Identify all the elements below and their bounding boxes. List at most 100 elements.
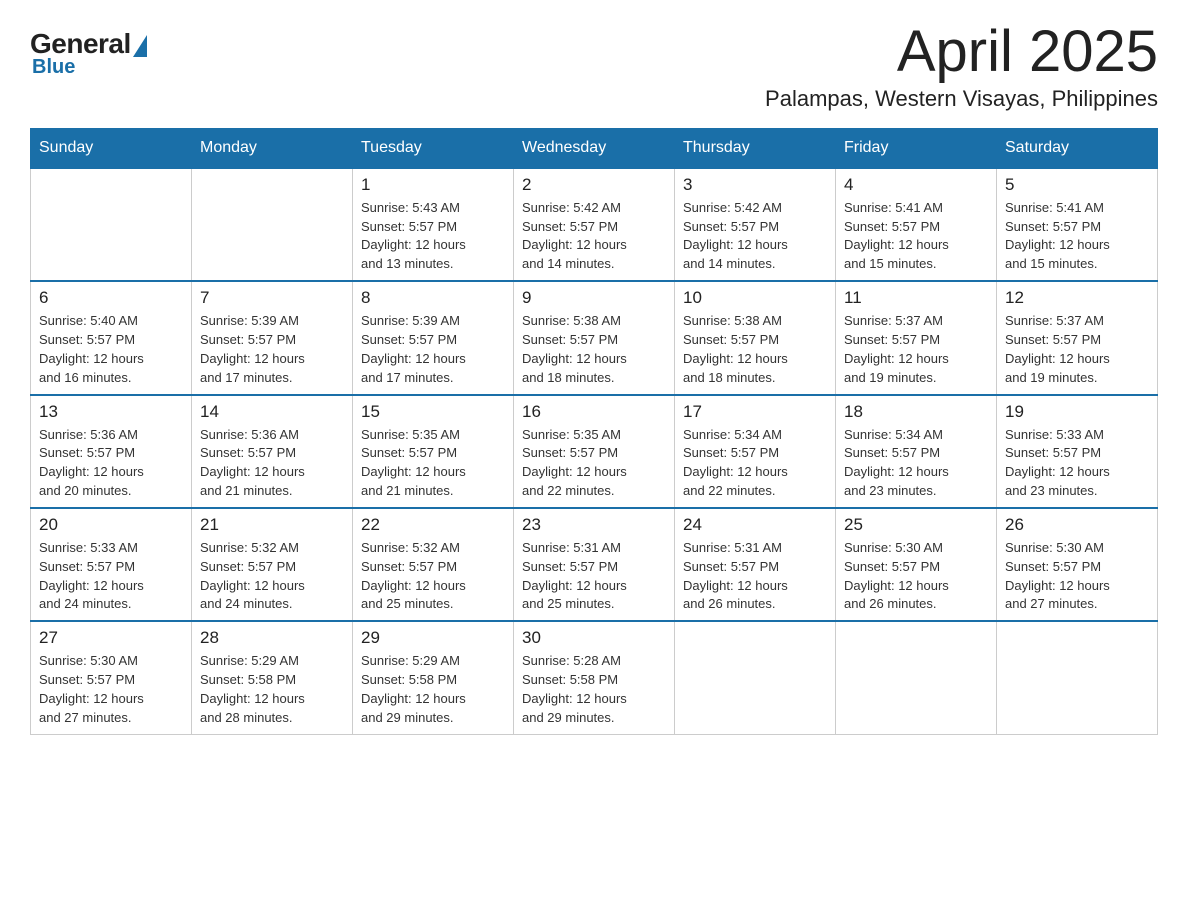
day-number: 25	[844, 515, 988, 535]
calendar-cell: 12 Sunrise: 5:37 AM Sunset: 5:57 PM Dayli…	[997, 281, 1158, 394]
day-info: Sunrise: 5:40 AM Sunset: 5:57 PM Dayligh…	[39, 312, 183, 387]
calendar-cell: 7 Sunrise: 5:39 AM Sunset: 5:57 PM Daylig…	[192, 281, 353, 394]
calendar-cell: 9 Sunrise: 5:38 AM Sunset: 5:57 PM Daylig…	[514, 281, 675, 394]
day-number: 3	[683, 175, 827, 195]
calendar-cell: 21 Sunrise: 5:32 AM Sunset: 5:57 PM Dayli…	[192, 508, 353, 621]
day-number: 9	[522, 288, 666, 308]
logo-blue-text: Blue	[32, 56, 75, 79]
day-info: Sunrise: 5:31 AM Sunset: 5:57 PM Dayligh…	[522, 539, 666, 614]
day-number: 24	[683, 515, 827, 535]
calendar-cell	[836, 621, 997, 734]
title-block: April 2025 Palampas, Western Visayas, Ph…	[765, 20, 1158, 112]
day-number: 8	[361, 288, 505, 308]
calendar-cell: 17Sunrise: 5:34 AM Sunset: 5:57 PM Dayli…	[675, 395, 836, 508]
day-info: Sunrise: 5:42 AM Sunset: 5:57 PM Dayligh…	[522, 199, 666, 274]
day-info: Sunrise: 5:39 AM Sunset: 5:57 PM Dayligh…	[200, 312, 344, 387]
calendar-cell: 15 Sunrise: 5:35 AM Sunset: 5:57 PM Dayli…	[353, 395, 514, 508]
calendar-cell: 13 Sunrise: 5:36 AM Sunset: 5:57 PM Dayli…	[31, 395, 192, 508]
day-number: 13	[39, 402, 183, 422]
day-number: 23	[522, 515, 666, 535]
day-number: 16	[522, 402, 666, 422]
calendar-header-row: SundayMondayTuesdayWednesdayThursdayFrid…	[31, 128, 1158, 168]
day-number: 6	[39, 288, 183, 308]
day-number: 1	[361, 175, 505, 195]
calendar-week-5: 27 Sunrise: 5:30 AM Sunset: 5:57 PM Dayli…	[31, 621, 1158, 734]
day-number: 27	[39, 628, 183, 648]
calendar-week-3: 13 Sunrise: 5:36 AM Sunset: 5:57 PM Dayli…	[31, 395, 1158, 508]
header-wednesday: Wednesday	[514, 128, 675, 168]
calendar-cell: 26 Sunrise: 5:30 AM Sunset: 5:57 PM Dayli…	[997, 508, 1158, 621]
calendar-cell: 5Sunrise: 5:41 AM Sunset: 5:57 PM Daylig…	[997, 168, 1158, 281]
calendar-cell: 6 Sunrise: 5:40 AM Sunset: 5:57 PM Daylig…	[31, 281, 192, 394]
calendar-cell: 30 Sunrise: 5:28 AM Sunset: 5:58 PM Dayli…	[514, 621, 675, 734]
day-number: 26	[1005, 515, 1149, 535]
day-number: 10	[683, 288, 827, 308]
calendar-cell: 14Sunrise: 5:36 AM Sunset: 5:57 PM Dayli…	[192, 395, 353, 508]
calendar-cell	[675, 621, 836, 734]
day-info: Sunrise: 5:37 AM Sunset: 5:57 PM Dayligh…	[1005, 312, 1149, 387]
day-number: 19	[1005, 402, 1149, 422]
logo: General Blue	[30, 28, 147, 79]
day-info: Sunrise: 5:35 AM Sunset: 5:57 PM Dayligh…	[522, 426, 666, 501]
day-number: 21	[200, 515, 344, 535]
day-info: Sunrise: 5:38 AM Sunset: 5:57 PM Dayligh…	[522, 312, 666, 387]
logo-triangle-icon	[133, 35, 147, 57]
calendar-cell	[192, 168, 353, 281]
calendar-week-2: 6 Sunrise: 5:40 AM Sunset: 5:57 PM Daylig…	[31, 281, 1158, 394]
calendar-cell: 3 Sunrise: 5:42 AM Sunset: 5:57 PM Daylig…	[675, 168, 836, 281]
calendar-cell: 1 Sunrise: 5:43 AM Sunset: 5:57 PM Daylig…	[353, 168, 514, 281]
calendar-cell: 11Sunrise: 5:37 AM Sunset: 5:57 PM Dayli…	[836, 281, 997, 394]
day-info: Sunrise: 5:42 AM Sunset: 5:57 PM Dayligh…	[683, 199, 827, 274]
header-monday: Monday	[192, 128, 353, 168]
day-info: Sunrise: 5:43 AM Sunset: 5:57 PM Dayligh…	[361, 199, 505, 274]
day-info: Sunrise: 5:35 AM Sunset: 5:57 PM Dayligh…	[361, 426, 505, 501]
header-sunday: Sunday	[31, 128, 192, 168]
day-number: 15	[361, 402, 505, 422]
day-info: Sunrise: 5:33 AM Sunset: 5:57 PM Dayligh…	[39, 539, 183, 614]
calendar-cell: 20 Sunrise: 5:33 AM Sunset: 5:57 PM Dayli…	[31, 508, 192, 621]
day-info: Sunrise: 5:34 AM Sunset: 5:57 PM Dayligh…	[683, 426, 827, 501]
day-number: 28	[200, 628, 344, 648]
calendar-cell: 16 Sunrise: 5:35 AM Sunset: 5:57 PM Dayli…	[514, 395, 675, 508]
day-info: Sunrise: 5:32 AM Sunset: 5:57 PM Dayligh…	[200, 539, 344, 614]
subtitle: Palampas, Western Visayas, Philippines	[765, 86, 1158, 112]
day-info: Sunrise: 5:30 AM Sunset: 5:57 PM Dayligh…	[39, 652, 183, 727]
calendar-cell: 28Sunrise: 5:29 AM Sunset: 5:58 PM Dayli…	[192, 621, 353, 734]
day-number: 20	[39, 515, 183, 535]
calendar-cell: 10 Sunrise: 5:38 AM Sunset: 5:57 PM Dayli…	[675, 281, 836, 394]
day-number: 12	[1005, 288, 1149, 308]
calendar-cell	[997, 621, 1158, 734]
day-info: Sunrise: 5:36 AM Sunset: 5:57 PM Dayligh…	[39, 426, 183, 501]
calendar-cell: 29Sunrise: 5:29 AM Sunset: 5:58 PM Dayli…	[353, 621, 514, 734]
day-number: 2	[522, 175, 666, 195]
day-number: 29	[361, 628, 505, 648]
calendar-cell: 2 Sunrise: 5:42 AM Sunset: 5:57 PM Daylig…	[514, 168, 675, 281]
day-number: 4	[844, 175, 988, 195]
day-info: Sunrise: 5:33 AM Sunset: 5:57 PM Dayligh…	[1005, 426, 1149, 501]
header-friday: Friday	[836, 128, 997, 168]
day-info: Sunrise: 5:38 AM Sunset: 5:57 PM Dayligh…	[683, 312, 827, 387]
header-tuesday: Tuesday	[353, 128, 514, 168]
day-info: Sunrise: 5:37 AM Sunset: 5:57 PM Dayligh…	[844, 312, 988, 387]
calendar-cell: 25Sunrise: 5:30 AM Sunset: 5:57 PM Dayli…	[836, 508, 997, 621]
day-info: Sunrise: 5:28 AM Sunset: 5:58 PM Dayligh…	[522, 652, 666, 727]
calendar-cell: 23 Sunrise: 5:31 AM Sunset: 5:57 PM Dayli…	[514, 508, 675, 621]
calendar-week-1: 1 Sunrise: 5:43 AM Sunset: 5:57 PM Daylig…	[31, 168, 1158, 281]
header-thursday: Thursday	[675, 128, 836, 168]
day-info: Sunrise: 5:41 AM Sunset: 5:57 PM Dayligh…	[844, 199, 988, 274]
main-title: April 2025	[765, 20, 1158, 84]
calendar-cell: 22Sunrise: 5:32 AM Sunset: 5:57 PM Dayli…	[353, 508, 514, 621]
calendar-table: SundayMondayTuesdayWednesdayThursdayFrid…	[30, 128, 1158, 735]
day-info: Sunrise: 5:30 AM Sunset: 5:57 PM Dayligh…	[1005, 539, 1149, 614]
day-info: Sunrise: 5:39 AM Sunset: 5:57 PM Dayligh…	[361, 312, 505, 387]
day-info: Sunrise: 5:31 AM Sunset: 5:57 PM Dayligh…	[683, 539, 827, 614]
calendar-cell	[31, 168, 192, 281]
day-number: 14	[200, 402, 344, 422]
day-number: 30	[522, 628, 666, 648]
calendar-cell: 18Sunrise: 5:34 AM Sunset: 5:57 PM Dayli…	[836, 395, 997, 508]
day-number: 7	[200, 288, 344, 308]
calendar-week-4: 20 Sunrise: 5:33 AM Sunset: 5:57 PM Dayli…	[31, 508, 1158, 621]
calendar-cell: 27 Sunrise: 5:30 AM Sunset: 5:57 PM Dayli…	[31, 621, 192, 734]
day-info: Sunrise: 5:32 AM Sunset: 5:57 PM Dayligh…	[361, 539, 505, 614]
calendar-cell: 4 Sunrise: 5:41 AM Sunset: 5:57 PM Daylig…	[836, 168, 997, 281]
